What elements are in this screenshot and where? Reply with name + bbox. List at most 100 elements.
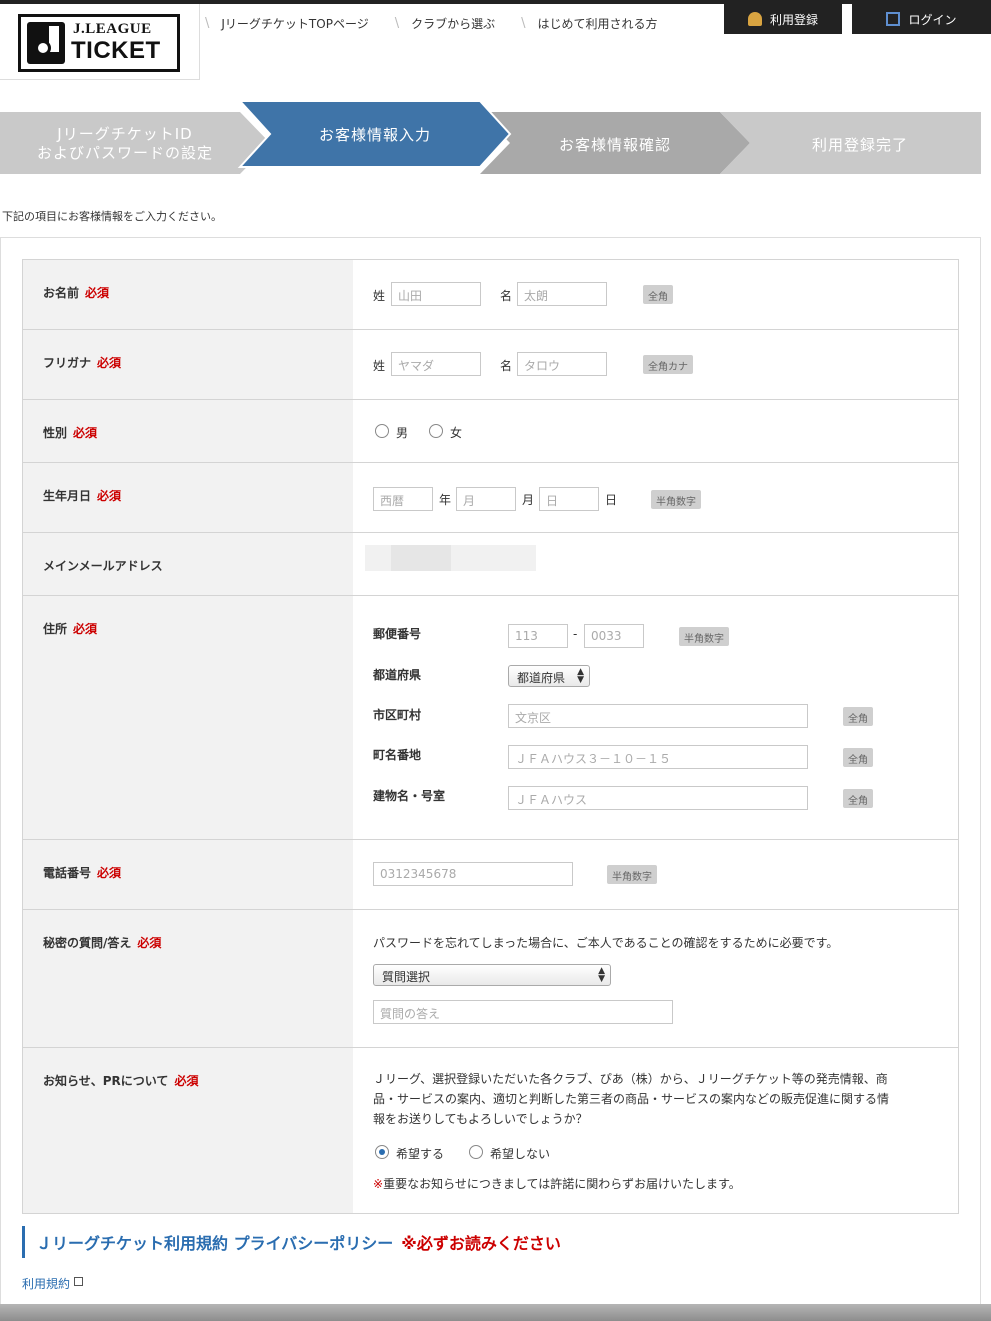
city-label: 市区町村 bbox=[373, 708, 422, 722]
required-badge: 必須 bbox=[73, 622, 98, 636]
last-name-kana-input[interactable]: ヤマダ bbox=[391, 352, 481, 376]
step-2-label: お客様情報入力 bbox=[318, 125, 431, 144]
month-label: 月 bbox=[522, 493, 535, 507]
fullwidth-kana-tag: 全角カナ bbox=[643, 355, 693, 374]
row-birthdate: 生年月日 必須 西暦 年 月 月 日 日 半角数字 bbox=[23, 463, 958, 533]
jleague-ticket-logo[interactable]: J.LEAGUE TICKET bbox=[18, 14, 180, 72]
window-bottom-bar bbox=[0, 1304, 991, 1321]
nav-first-time[interactable]: \ はじめて利用される方 bbox=[521, 15, 657, 32]
first-name-kana-input[interactable]: タロウ bbox=[517, 352, 607, 376]
street-label: 町名番地 bbox=[373, 748, 422, 762]
pr-yes-label[interactable]: 希望する bbox=[396, 1145, 444, 1162]
pr-consent-text: Ｊリーグ、選択登録いただいた各クラブ、ぴあ（株）から、Ｊリーグチケット等の発売情… bbox=[373, 1072, 890, 1126]
label-secret-question: 秘密の質問/答え 必須 bbox=[23, 910, 353, 1047]
registration-steps: JリーグチケットID およびパスワードの設定 お客様情報入力 お客様情報確認 利… bbox=[0, 100, 981, 176]
pr-no-radio[interactable] bbox=[469, 1145, 483, 1159]
nav-select-club[interactable]: \ クラブから選ぶ bbox=[395, 15, 495, 32]
login-icon bbox=[886, 12, 901, 26]
step-4-label: 利用登録完了 bbox=[811, 135, 908, 154]
label-gender: 性別 必須 bbox=[23, 400, 353, 462]
birth-day-input[interactable]: 日 bbox=[539, 487, 599, 511]
gender-male-label[interactable]: 男 bbox=[396, 424, 408, 441]
zip-dash: - bbox=[573, 627, 578, 641]
required-badge: 必須 bbox=[73, 426, 98, 440]
required-badge: 必須 bbox=[137, 936, 162, 950]
customer-info-form: お名前 必須 姓 山田 名 太朗 全角 フリガナ 必須 姓 ヤマダ 名 タロウ 全角… bbox=[22, 259, 959, 1214]
step-3-label: お客様情報確認 bbox=[558, 135, 671, 154]
terms-heading: Ｊリーグチケット利用規約 プライバシーポリシー ※必ずお読みください bbox=[22, 1226, 561, 1258]
gender-male-radio[interactable] bbox=[375, 424, 389, 438]
row-email: メインメールアドレス bbox=[23, 533, 958, 596]
fullwidth-tag: 全角 bbox=[643, 285, 673, 304]
external-link-icon bbox=[74, 1277, 84, 1286]
login-button[interactable]: ログイン bbox=[852, 4, 991, 34]
sei-label: 姓 bbox=[373, 289, 386, 303]
label-pr-consent: お知らせ、PRについて 必須 bbox=[23, 1048, 353, 1213]
logo-container: J.LEAGUE TICKET bbox=[0, 4, 200, 80]
phone-input[interactable]: 0312345678 bbox=[373, 862, 573, 886]
form-instruction: 下記の項目にお客様情報をご入力ください。 bbox=[2, 210, 222, 223]
phone-halfwidth-tag: 半角数字 bbox=[607, 865, 657, 884]
pr-notice: ※重要なお知らせにつきましては許諾に関わらずお届けいたします。 bbox=[373, 1177, 741, 1191]
nav-separator: \ bbox=[205, 15, 210, 31]
logo-text-jleague: J.LEAGUE bbox=[73, 21, 152, 37]
label-address: 住所 必須 bbox=[23, 596, 353, 839]
pr-no-label[interactable]: 希望しない bbox=[490, 1145, 550, 1162]
zip-second-input[interactable]: 0033 bbox=[584, 624, 644, 648]
sei-label: 姓 bbox=[373, 359, 386, 373]
required-badge: 必須 bbox=[97, 489, 122, 503]
email-value-redacted bbox=[365, 545, 536, 571]
mei-label: 名 bbox=[500, 289, 513, 303]
first-name-input[interactable]: 太朗 bbox=[517, 282, 607, 306]
city-input[interactable]: 文京区 bbox=[508, 704, 808, 728]
gender-female-radio[interactable] bbox=[429, 424, 443, 438]
secret-question-select[interactable]: 質問選択 ▲ ▼ bbox=[373, 964, 611, 986]
terms-link[interactable]: 利用規約 bbox=[22, 1275, 84, 1292]
label-email: メインメールアドレス bbox=[23, 533, 353, 595]
must-read-notice: ※必ずお読みください bbox=[401, 1234, 561, 1253]
street-fullwidth-tag: 全角 bbox=[843, 748, 873, 767]
zip-label: 郵便番号 bbox=[373, 627, 422, 641]
label-kana: フリガナ 必須 bbox=[23, 330, 353, 399]
select-arrows-icon: ▲ ▼ bbox=[598, 966, 605, 984]
label-birthdate: 生年月日 必須 bbox=[23, 463, 353, 532]
step-1-label: JリーグチケットID およびパスワードの設定 bbox=[36, 125, 213, 162]
birth-year-input[interactable]: 西暦 bbox=[373, 487, 433, 511]
required-badge: 必須 bbox=[97, 866, 122, 880]
user-add-icon bbox=[747, 12, 762, 26]
row-name: お名前 必須 姓 山田 名 太朗 全角 bbox=[23, 260, 958, 330]
label-name: お名前 必須 bbox=[23, 260, 353, 329]
nav-top-page[interactable]: \ JリーグチケットTOPページ bbox=[205, 15, 369, 32]
row-kana: フリガナ 必須 姓 ヤマダ 名 タロウ 全角カナ bbox=[23, 330, 958, 400]
required-badge: 必須 bbox=[174, 1074, 199, 1088]
day-label: 日 bbox=[605, 493, 618, 507]
nav-separator: \ bbox=[521, 15, 526, 31]
building-input[interactable]: ＪＦＡハウス bbox=[508, 786, 808, 810]
last-name-input[interactable]: 山田 bbox=[391, 282, 481, 306]
year-label: 年 bbox=[439, 493, 452, 507]
prefecture-select[interactable]: 都道府県 ▲ ▼ bbox=[508, 665, 590, 687]
register-button[interactable]: 利用登録 bbox=[724, 4, 842, 34]
city-fullwidth-tag: 全角 bbox=[843, 707, 873, 726]
row-pr-consent: お知らせ、PRについて 必須 Ｊリーグ、選択登録いただいた各クラブ、ぴあ（株）から… bbox=[23, 1048, 958, 1213]
pr-yes-radio[interactable] bbox=[375, 1145, 389, 1159]
building-label: 建物名・号室 bbox=[373, 789, 446, 803]
required-badge: 必須 bbox=[85, 286, 110, 300]
row-secret-question: 秘密の質問/答え 必須 パスワードを忘れてしまった場合に、ご本人であることの確認を… bbox=[23, 910, 958, 1048]
row-phone: 電話番号 必須 0312345678 半角数字 bbox=[23, 840, 958, 910]
secret-answer-input[interactable]: 質問の答え bbox=[373, 1000, 673, 1024]
logo-text-ticket: TICKET bbox=[71, 37, 161, 64]
street-input[interactable]: ＪＦＡハウス３－１０－１５ bbox=[508, 745, 808, 769]
gender-female-label[interactable]: 女 bbox=[450, 424, 462, 441]
required-badge: 必須 bbox=[97, 356, 122, 370]
birth-month-input[interactable]: 月 bbox=[456, 487, 516, 511]
label-phone: 電話番号 必須 bbox=[23, 840, 353, 909]
secret-question-note: パスワードを忘れてしまった場合に、ご本人であることの確認をするために必要です。 bbox=[373, 936, 839, 950]
row-address: 住所 必須 郵便番号 113 - 0033 半角数字 都道府県 都道府県 ▲ ▼ 市区… bbox=[23, 596, 958, 840]
building-fullwidth-tag: 全角 bbox=[843, 789, 873, 808]
zip-halfwidth-tag: 半角数字 bbox=[679, 627, 729, 646]
nav-separator: \ bbox=[394, 15, 400, 31]
top-navigation: \ JリーグチケットTOPページ \ クラブから選ぶ \ はじめて利用される方 bbox=[205, 8, 684, 38]
j-mark-icon bbox=[27, 22, 65, 64]
zip-first-input[interactable]: 113 bbox=[508, 624, 568, 648]
